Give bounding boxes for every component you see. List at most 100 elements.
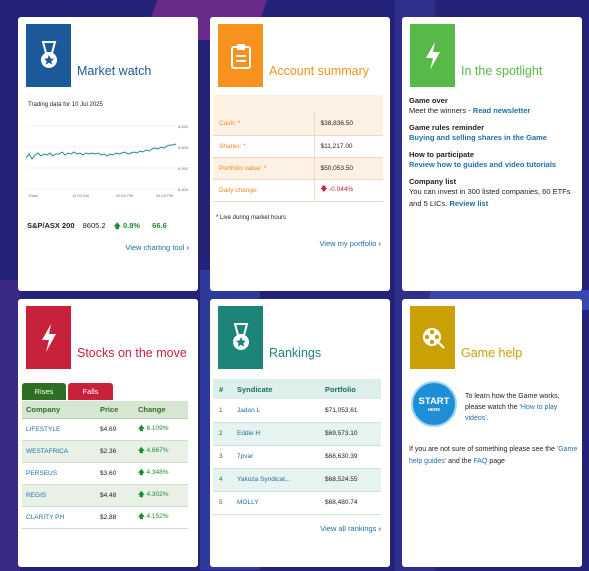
live-note: * Live during market hours [216,215,287,221]
index-change: 0.8% [122,221,141,230]
account-summary-card: Account summary Cash: * $38,836.50 Share… [210,17,390,291]
view-portfolio-link[interactable]: View my portfolio › [319,239,381,248]
faq-link[interactable]: FAQ [473,458,487,465]
x-tick: 04:00 PM [156,193,173,198]
company-link[interactable]: CLARITY PH [22,506,96,529]
change-text: 4.348% [146,468,169,476]
syndicate-link[interactable]: MOLLY [231,491,319,515]
lightning-bolt-icon [425,41,440,70]
table-row: 5 MOLLY $68,480.74 [213,491,381,515]
rankings-title: Rankings [269,346,322,360]
change-text: 4.152% [146,512,169,520]
up-arrow-icon: 🡅 [138,490,145,498]
tab-falls[interactable]: Falls [68,383,113,400]
portfolio-cell: $71,053.61 [319,399,381,423]
company-link[interactable]: PERSEUS [22,462,96,485]
change-cell: 🡅 4.152% [134,506,188,529]
index-value: 8605.2 [82,221,106,230]
account-row: Cash: * $38,836.50 [213,113,383,136]
market-watch-badge [26,24,71,87]
account-label: Portfolio value: * [213,157,315,180]
price-cell: $4.69 [96,418,134,441]
stocks-title: Stocks on the move [77,346,187,360]
y-tick: 8,550 [178,166,189,171]
view-all-rankings-link[interactable]: View all rankings › [320,524,381,533]
syndicate-link[interactable]: Yakuza Syndicat... [231,468,319,492]
spotlight-heading: How to participate [409,150,475,159]
market-watch-title: Market watch [77,64,152,78]
here-label: HERE [427,407,441,412]
company-link[interactable]: WESTAFRICA [22,440,96,463]
rank-cell: 5 [213,491,231,515]
table-header: Company Price Change [22,401,188,419]
column-header: Portfolio [319,379,381,399]
view-charting-tool-link[interactable]: View charting tool › [125,243,189,252]
how-to-play-text: To learn how the Game works, please watc… [465,391,575,424]
table-row: 3 7pvar $68,630.39 [213,445,381,469]
how-to-guides-link[interactable]: Review how to guides and video tutorials [409,160,556,169]
buying-selling-link[interactable]: Buying and selling shares in the Game [409,133,547,142]
y-tick: 8,500 [178,187,189,192]
column-header: Company [22,401,96,419]
index-name: S&P/ASX 200 [27,221,75,230]
account-value: $38,836.50 [314,113,383,136]
table-row: CLARITY PH $2.88 🡅 4.152% [22,506,188,529]
y-tick: 8,650 [178,124,189,129]
rank-cell: 4 [213,468,231,492]
start-here-button[interactable]: START HERE [411,381,457,427]
portfolio-cell: $69,573.10 [319,422,381,446]
up-arrow-icon: 🡅 [138,468,145,476]
account-summary-badge [218,24,263,87]
column-header: Change [134,401,188,419]
column-header: # [213,379,231,399]
help-text: page [487,458,505,465]
film-reel-icon [422,327,445,349]
syndicate-link[interactable]: Jadon L [231,399,319,423]
up-arrow-icon: 🡅 [113,223,121,230]
spotlight-heading: Game rules reminder [409,123,485,132]
account-row: Portfolio value: * $50,053.50 [213,157,383,180]
company-link[interactable]: LIFESTYLE [22,418,96,441]
price-cell: $4.48 [96,484,134,507]
portfolio-cell: $68,630.39 [319,445,381,469]
tab-rises[interactable]: Rises [22,383,66,400]
award-ribbon-icon [232,322,249,350]
change-cell: 🡅 6.109% [134,418,188,441]
account-header-strip [213,95,383,113]
award-ribbon-icon [40,40,57,68]
account-value: $50,053.50 [314,157,383,180]
spotlight-text: Meet the winners - [409,106,473,115]
index-line-chart[interactable]: 8,650 8,600 8,550 8,500 10am 12:00 AM 02… [26,120,194,198]
view-charting-tool-label: View charting tool [125,243,185,252]
chevron-right-icon: › [378,524,382,533]
daily-change-text: -0.044% [329,185,354,193]
help-text: and the [446,458,474,465]
company-link[interactable]: REGIS [22,484,96,507]
read-newsletter-link[interactable]: Read newsletter [473,106,531,115]
chevron-right-icon: › [186,243,190,252]
rank-cell: 3 [213,445,231,469]
change-text: 4.667% [146,446,169,454]
syndicate-link[interactable]: Eddie H [231,422,319,446]
rankings-card: Rankings # Syndicate Portfolio 1 Jadon L… [210,299,390,567]
table-header: # Syndicate Portfolio [213,379,381,399]
change-text: 4.302% [146,490,169,498]
up-arrow-icon: 🡅 [138,446,145,454]
market-watch-card: Market watch Trading data for 10 Jul 202… [18,17,198,291]
spotlight-text: You can invest in 300 listed companies, … [409,187,571,208]
column-header: Syndicate [231,379,319,399]
price-cell: $3.60 [96,462,134,485]
portfolio-cell: $68,524.55 [319,468,381,492]
account-value: $11,217.00 [314,135,383,158]
help-guides-text: If you are not sure of something please … [409,444,579,468]
game-help-card: Game help START HERE To learn how the Ga… [402,299,582,567]
view-portfolio-label: View my portfolio [319,239,377,248]
price-cell: $2.36 [96,440,134,463]
spotlight-heading: Company list [409,177,457,186]
index-price-line [26,143,177,160]
syndicate-link[interactable]: 7pvar [231,445,319,469]
review-list-link[interactable]: Review list [449,199,488,208]
help-text: If you are not sure of something please … [409,446,557,453]
y-tick: 8,600 [178,145,189,150]
rank-cell: 2 [213,422,231,446]
